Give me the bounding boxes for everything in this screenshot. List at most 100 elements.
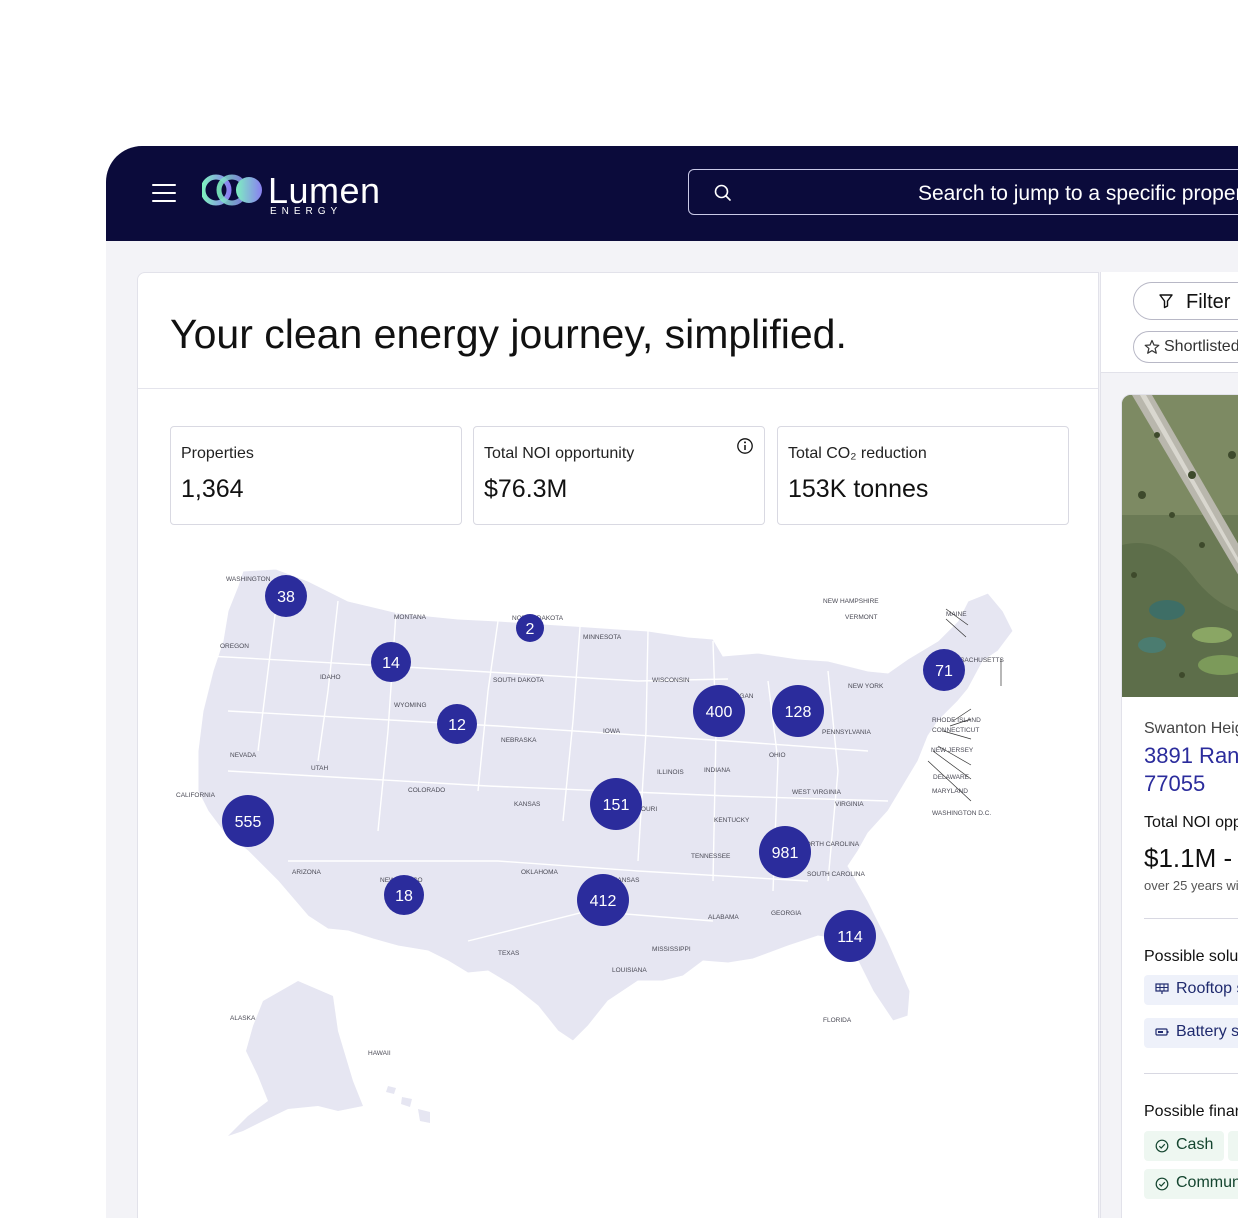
- state-label: WYOMING: [394, 702, 427, 709]
- hamburger-menu-icon[interactable]: [152, 184, 176, 202]
- cluster-count: 981: [772, 845, 799, 862]
- state-label: WASHINGTON: [226, 576, 271, 583]
- solutions-label: Possible solutions: [1144, 948, 1238, 965]
- cluster-marker[interactable]: 2: [516, 614, 544, 642]
- aerial-photo: [1122, 395, 1238, 697]
- stat-label: Total NOI opportunity: [484, 445, 635, 462]
- map-alaska: [228, 981, 363, 1136]
- property-area: Swanton Heights: [1144, 720, 1238, 737]
- stat-card-properties: Properties 1,364: [170, 426, 462, 525]
- state-label: UTAH: [311, 765, 329, 772]
- state-label: WISCONSIN: [652, 677, 690, 684]
- logo-tagline: ENERGY: [270, 206, 343, 217]
- state-label: LOUISIANA: [612, 967, 647, 974]
- search-placeholder: Search to jump to a specific property: [918, 182, 1238, 205]
- stat-value: $76.3M: [484, 475, 568, 503]
- state-label: OHIO: [769, 752, 786, 759]
- state-label: IOWA: [603, 728, 621, 735]
- state-label: PENNSYLVANIA: [822, 729, 872, 736]
- financing-label: Possible financing: [1144, 1103, 1238, 1120]
- stat-card-noi: Total NOI opportunity $76.3M: [473, 426, 765, 525]
- top-nav-bar: Lumen ENERGY Search to jump to a specifi…: [106, 146, 1238, 241]
- state-label: WEST VIRGINIA: [792, 789, 842, 796]
- state-label: SOUTH DAKOTA: [493, 677, 544, 684]
- state-label: IDAHO: [320, 674, 341, 681]
- state-label: OREGON: [220, 643, 249, 650]
- solution-chip-rooftop-solar: Rooftop solar: [1144, 975, 1238, 1005]
- chip-label: Battery storage: [1176, 1023, 1238, 1040]
- cluster-count: 2: [526, 621, 535, 638]
- battery-icon: [1155, 1028, 1169, 1036]
- divider: [138, 388, 1098, 389]
- cluster-marker[interactable]: 114: [824, 910, 876, 962]
- state-label: CONNECTICUT: [932, 727, 979, 734]
- cluster-count: 400: [706, 704, 733, 721]
- lumen-logo[interactable]: Lumen ENERGY: [202, 170, 402, 218]
- state-label: ARIZONA: [292, 869, 322, 876]
- state-label: RHODE ISLAND: [932, 717, 981, 724]
- chip-label: Community solar: [1176, 1174, 1238, 1191]
- state-label: ALABAMA: [708, 914, 739, 921]
- cluster-count: 412: [590, 893, 617, 910]
- state-label: MARYLAND: [932, 788, 968, 795]
- app-window: Lumen ENERGY Search to jump to a specifi…: [106, 146, 1238, 1218]
- state-label: MISSISSIPPI: [652, 946, 691, 953]
- property-card[interactable]: Swanton Heights 3891 Ranchview Dr 77055 …: [1121, 394, 1238, 1218]
- stat-value: 1,364: [181, 475, 244, 503]
- property-address-line1[interactable]: 3891 Ranchview Dr: [1144, 743, 1238, 769]
- state-label: NEVADA: [230, 752, 257, 759]
- state-label: COLORADO: [408, 787, 445, 794]
- dashboard-panel: Your clean energy journey, simplified. P…: [137, 272, 1099, 1218]
- property-search-input[interactable]: Search to jump to a specific property: [688, 169, 1238, 215]
- state-label: NEW HAMPSHIRE: [823, 598, 879, 605]
- stat-card-co2: Total CO₂ reduction 153K tonnes: [777, 426, 1069, 525]
- us-map[interactable]: WASHINGTONOREGONIDAHOMONTANAWYOMINGNORTH…: [168, 561, 1068, 1161]
- state-label: INDIANA: [704, 767, 731, 774]
- financing-chip-cash: Cash: [1144, 1131, 1224, 1161]
- noi-label: Total NOI opportunity: [1144, 814, 1238, 831]
- state-label: VERMONT: [845, 614, 878, 621]
- cluster-marker[interactable]: 412: [577, 874, 629, 926]
- financing-chip-more: [1228, 1131, 1238, 1161]
- state-label: TENNESSEE: [691, 853, 731, 860]
- cluster-count: 14: [382, 655, 400, 672]
- info-icon[interactable]: [736, 437, 754, 455]
- cluster-marker[interactable]: 14: [371, 642, 411, 682]
- cluster-marker[interactable]: 555: [222, 795, 274, 847]
- state-label: KANSAS: [514, 801, 541, 808]
- divider: [1144, 1073, 1238, 1074]
- shortlisted-button[interactable]: Shortlisted: [1133, 331, 1238, 363]
- state-label: DELAWARE: [933, 774, 970, 781]
- cluster-count: 555: [235, 814, 262, 831]
- state-label: WASHINGTON D.C.: [932, 810, 991, 817]
- stat-value: 153K tonnes: [788, 475, 929, 503]
- cluster-marker[interactable]: 18: [384, 875, 424, 915]
- stat-label: Properties: [181, 445, 254, 462]
- state-label: NEBRASKA: [501, 737, 537, 744]
- shortlisted-label: Shortlisted: [1164, 338, 1238, 355]
- cluster-marker[interactable]: 981: [759, 826, 811, 878]
- filter-button[interactable]: Filter: [1133, 282, 1238, 320]
- stat-label: Total CO₂ reduction: [788, 445, 927, 462]
- cluster-marker[interactable]: 12: [437, 704, 477, 744]
- cluster-count: 128: [785, 704, 812, 721]
- cluster-marker[interactable]: 38: [265, 575, 307, 617]
- state-label: NEW JERSEY: [931, 747, 974, 754]
- state-label: MONTANA: [394, 614, 427, 621]
- chip-label: Rooftop solar: [1176, 980, 1238, 997]
- cluster-marker[interactable]: 128: [772, 685, 824, 737]
- cluster-marker[interactable]: 71: [923, 649, 965, 691]
- cluster-marker[interactable]: 400: [693, 685, 745, 737]
- cluster-marker[interactable]: 151: [590, 778, 642, 830]
- state-label: KENTUCKY: [714, 817, 750, 824]
- cluster-count: 151: [603, 797, 630, 814]
- noi-note: over 25 years with solar: [1144, 878, 1238, 893]
- check-circle-icon: [1155, 1177, 1169, 1191]
- cluster-count: 12: [448, 717, 466, 734]
- state-label: CALIFORNIA: [176, 792, 216, 799]
- solution-chip-battery-storage: Battery storage: [1144, 1018, 1238, 1048]
- state-label: TEXAS: [498, 950, 520, 957]
- cluster-count: 114: [837, 929, 863, 946]
- property-address-line2[interactable]: 77055: [1144, 771, 1205, 797]
- property-sidebar: Filter Shortlisted Swanton Hei 3891 Ra 7…: [1100, 272, 1238, 1218]
